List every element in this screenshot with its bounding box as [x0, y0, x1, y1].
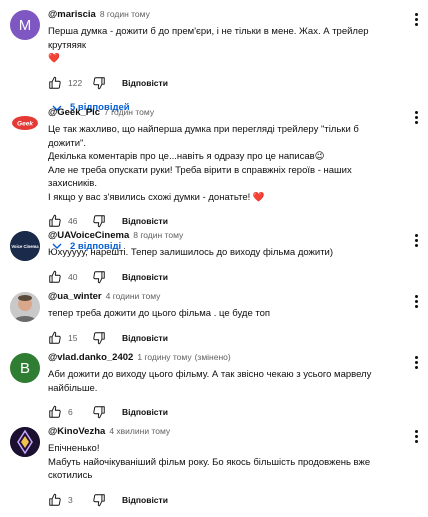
- avatar[interactable]: B: [10, 353, 40, 383]
- comment-line: Аби дожити до виходу цього фільму. А так…: [48, 369, 372, 380]
- dislike-icon[interactable]: [92, 214, 106, 228]
- like-icon[interactable]: [48, 270, 62, 284]
- more-options-icon[interactable]: [414, 110, 418, 124]
- timestamp[interactable]: 4 хвилини тому: [109, 426, 170, 436]
- avatar[interactable]: [10, 427, 40, 457]
- like-count: 40: [68, 271, 78, 282]
- dislike-icon[interactable]: [92, 405, 106, 419]
- like-icon[interactable]: [48, 331, 62, 345]
- comment-header: @vlad.danko_2402 1 годину тому (змінено): [48, 351, 398, 364]
- comment-body: @KinoVezha 4 хвилини тому Епічненько! Маб…: [48, 425, 398, 508]
- dislike-icon[interactable]: [92, 270, 106, 284]
- like-count: 15: [68, 332, 78, 343]
- comment-line: Мабуть найочікуваніший фільм року. Бо як…: [48, 456, 371, 468]
- like-icon[interactable]: [48, 405, 62, 419]
- comment-text: Юхууууу, нарешті. Тепер залишилось до ви…: [48, 246, 398, 260]
- more-options-icon[interactable]: [414, 429, 418, 443]
- comment-text: Це так жахливо, що найперша думка при пе…: [48, 123, 398, 204]
- comment-actions: 122 Відповісти: [48, 75, 398, 91]
- timestamp[interactable]: 8 годин тому: [133, 230, 183, 240]
- heart-emoji: ❤️: [48, 53, 60, 64]
- comment-header: @ua_winter 4 години тому: [48, 290, 398, 303]
- comment-body: @ua_winter 4 години тому тепер треба дожи…: [48, 290, 398, 346]
- reply-button[interactable]: Відповісти: [122, 333, 168, 343]
- comment-line: Перша думка - дожити б до прем'єри, і не…: [48, 26, 369, 51]
- avatar-letter: M: [18, 16, 32, 34]
- comment-text: Епічненько! Мабуть найочікуваніший фільм…: [48, 442, 398, 483]
- avatar[interactable]: Geek: [10, 108, 40, 138]
- avatar-letter: B: [19, 359, 30, 377]
- author-name[interactable]: @ua_winter: [48, 291, 102, 302]
- comment-line: Але не треба опускати руки! Треба вірити…: [48, 164, 352, 190]
- comment-body: @vlad.danko_2402 1 годину тому (змінено) А…: [48, 351, 398, 420]
- comment-text: Перша думка - дожити б до прем'єри, і не…: [48, 25, 398, 66]
- comment-line: Епічненько!: [48, 443, 100, 454]
- comment-actions: 3 Відповісти: [48, 492, 398, 508]
- timestamp[interactable]: 4 години тому: [106, 291, 161, 301]
- author-name[interactable]: @KinoVezha: [48, 426, 105, 437]
- comment-body: @mariscia 8 годин тому Перша думка - дожи…: [48, 8, 398, 116]
- author-name[interactable]: @mariscia: [48, 9, 96, 20]
- like-count: 46: [68, 216, 78, 226]
- more-options-icon[interactable]: [414, 233, 418, 247]
- timestamp[interactable]: 7 годин тому: [104, 107, 154, 117]
- ua-voice-cinema-avatar-icon: Voice Cinema: [10, 231, 40, 261]
- comment-line: найбільше.: [48, 382, 98, 394]
- comment-header: @KinoVezha 4 хвилини тому: [48, 425, 398, 438]
- author-name[interactable]: @UAVoiceCinema: [48, 230, 129, 241]
- comment-header: @Geek_Pic 7 годин тому: [48, 106, 398, 119]
- comment-actions: 46 Відповісти: [48, 213, 398, 229]
- comment-header: @mariscia 8 годин тому: [48, 8, 398, 21]
- dislike-icon[interactable]: [92, 493, 106, 507]
- comment-line: Юхууууу, нарешті. Тепер залишилось до ви…: [48, 247, 334, 258]
- avatar[interactable]: [10, 292, 40, 322]
- author-name[interactable]: @vlad.danko_2402: [48, 352, 133, 363]
- svg-text:Voice Cinema: Voice Cinema: [11, 244, 39, 249]
- like-icon[interactable]: [48, 76, 62, 90]
- ua-winter-avatar-icon: [10, 292, 40, 322]
- reply-button[interactable]: Відповісти: [122, 78, 168, 88]
- comment-text: Аби дожити до виходу цього фільму. А так…: [48, 368, 398, 395]
- author-name[interactable]: @Geek_Pic: [48, 107, 100, 118]
- reply-button[interactable]: Відповісти: [122, 407, 168, 417]
- more-options-icon[interactable]: [414, 12, 418, 26]
- comment-line: Це так жахливо, що найперша думка при пе…: [48, 124, 359, 149]
- edited-label: (змінено): [194, 352, 231, 362]
- reply-button[interactable]: Відповісти: [122, 272, 168, 282]
- like-icon[interactable]: [48, 214, 62, 228]
- avatar[interactable]: M: [10, 10, 40, 40]
- timestamp[interactable]: 1 годину тому: [137, 352, 191, 362]
- comment-line: Декілька коментарів про це...навіть я од…: [48, 151, 325, 162]
- comment-actions: 6 Відповісти: [48, 404, 398, 420]
- geek-pic-avatar-icon: Geek: [10, 108, 40, 138]
- comment-line: тепер треба дожити до цього фільма . це …: [48, 308, 271, 319]
- comment-actions: 40 Відповісти: [48, 269, 398, 285]
- comment-body: @UAVoiceCinema 8 годин тому Юхууууу, наре…: [48, 229, 398, 285]
- dislike-icon[interactable]: [92, 76, 106, 90]
- reply-button[interactable]: Відповісти: [122, 216, 168, 226]
- comment-line: І якщо у вас з'явились схожі думки - дон…: [48, 191, 265, 203]
- more-options-icon[interactable]: [414, 355, 418, 369]
- reply-button[interactable]: Відповісти: [122, 495, 168, 505]
- kinovezha-avatar-icon: [10, 427, 40, 457]
- like-count: 122: [68, 77, 83, 88]
- like-count: 6: [68, 407, 73, 417]
- comment-header: @UAVoiceCinema 8 годин тому: [48, 229, 398, 242]
- like-count: 3: [68, 494, 73, 505]
- comment-actions: 15 Відповісти: [48, 330, 398, 346]
- svg-text:Geek: Geek: [17, 121, 33, 128]
- comment-text: тепер треба дожити до цього фільма . це …: [48, 307, 398, 321]
- comment-line: скотились: [48, 470, 93, 481]
- avatar[interactable]: Voice Cinema: [10, 231, 40, 261]
- like-icon[interactable]: [48, 493, 62, 507]
- dislike-icon[interactable]: [92, 331, 106, 345]
- more-options-icon[interactable]: [414, 294, 418, 308]
- timestamp[interactable]: 8 годин тому: [100, 9, 150, 19]
